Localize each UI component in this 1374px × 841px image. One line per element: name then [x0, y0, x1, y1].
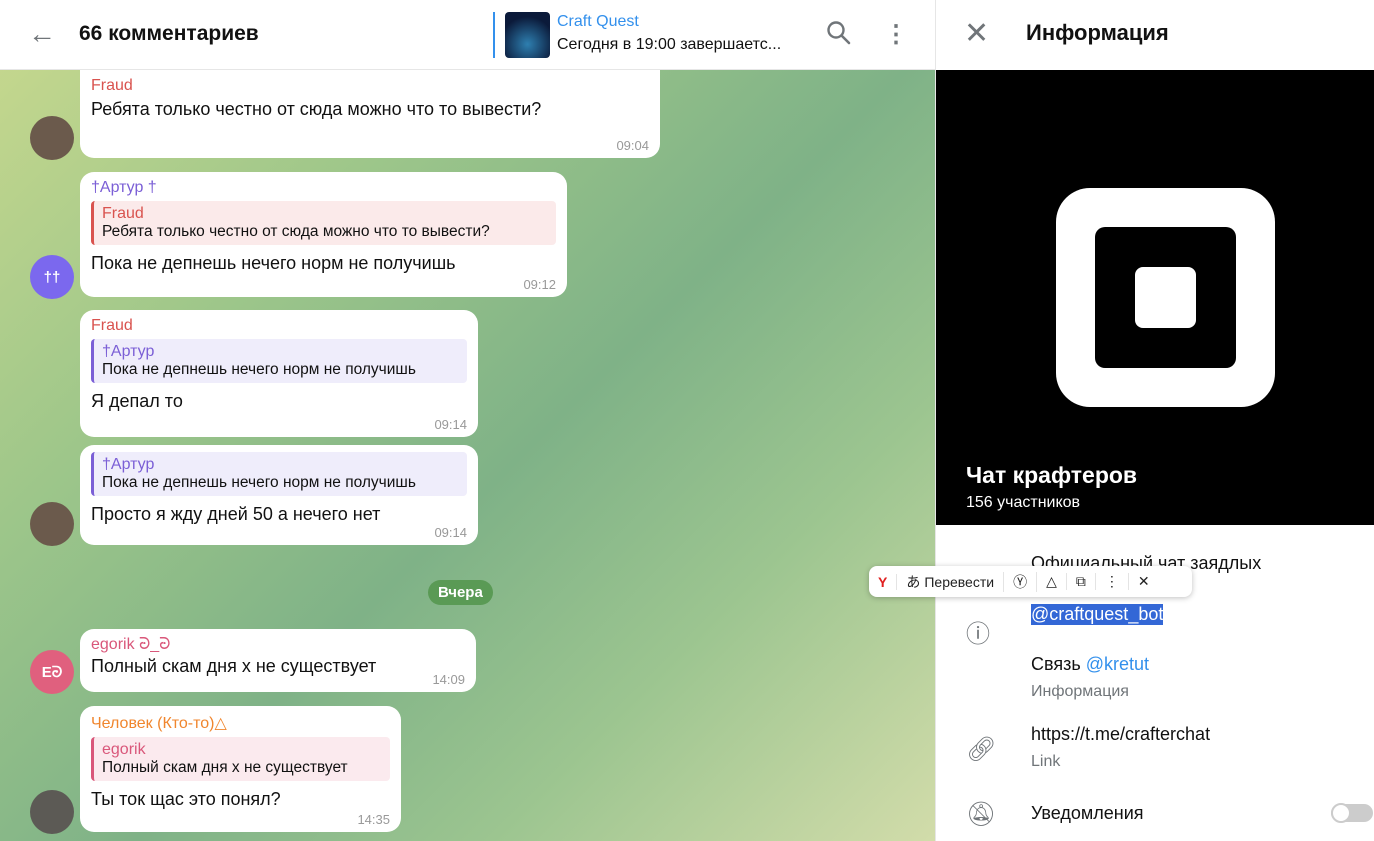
chat-link[interactable]: https://t.me/crafterchat — [1031, 724, 1210, 745]
chat-title: 66 комментариев — [79, 22, 259, 45]
pinned-thumbnail — [505, 12, 550, 58]
pinned-text: Сегодня в 19:00 завершаетс... — [557, 36, 782, 53]
message-time: 09:12 — [523, 277, 556, 292]
contact-label: Информация — [1031, 683, 1129, 700]
more-vertical-icon[interactable]: ⋮ — [1096, 573, 1129, 590]
message-time: 14:35 — [357, 812, 390, 827]
avatar[interactable] — [30, 116, 74, 160]
message-author: Человек (Кто-то)△ — [91, 715, 227, 732]
message-text: Я депал то — [91, 391, 183, 411]
chat-name: Чат крафтеров — [966, 462, 1138, 488]
info-icon: ⓘ — [966, 621, 990, 648]
message-text: Полный скам дня х не существует — [91, 656, 377, 676]
reply-quote[interactable]: Fraud Ребята только честно от сюда можно… — [91, 201, 556, 245]
reply-author: Fraud — [102, 205, 144, 222]
reply-author: egorik — [102, 741, 146, 758]
avatar[interactable]: Eᘒ — [30, 650, 74, 694]
message-text: Пока не депнешь нечего норм не получишь — [91, 253, 456, 273]
translate-label: Перевести — [924, 573, 995, 590]
member-count: 156 участников — [966, 494, 1081, 511]
close-icon[interactable]: ✕ — [964, 16, 989, 51]
message-author: Fraud — [91, 317, 133, 334]
message-time: 09:14 — [434, 525, 467, 540]
link-icon: 🔗︎ — [966, 736, 997, 763]
message[interactable]: Fraud Ребята только честно от сюда можно… — [80, 70, 660, 158]
message-author: egorik ᘒ_ᘒ — [91, 636, 171, 653]
message-text: Просто я жду дней 50 а нечего нет — [91, 504, 381, 524]
yandex-search-icon[interactable]: Ⓨ — [1004, 571, 1038, 592]
notifications-label: Уведомления — [1031, 803, 1144, 823]
translate-toolbar: Y あ Перевести Ⓨ △ ⧉ ⋮ ✕ — [869, 566, 1192, 597]
copy-icon[interactable]: ⧉ — [1067, 573, 1096, 590]
message[interactable]: Fraud †Артур Пока не депнешь нечего норм… — [80, 310, 478, 437]
link-label: Link — [1031, 753, 1061, 770]
reply-author: †Артур — [102, 456, 155, 473]
reply-quote[interactable]: egorik Полный скам дня х не существует — [91, 737, 390, 781]
panel-title: Информация — [1026, 20, 1169, 45]
avatar[interactable]: †† — [30, 255, 74, 299]
reply-author: †Артур — [102, 343, 155, 360]
message-text: Ребята только честно от сюда можно что т… — [91, 99, 542, 119]
pinned-title: Craft Quest — [557, 13, 639, 30]
search-icon[interactable] — [826, 20, 852, 53]
yandex-browser-icon[interactable]: Y — [869, 573, 898, 590]
message[interactable]: †Артур Пока не депнешь нечего норм не по… — [80, 445, 478, 545]
contact-prefix: Связь — [1031, 654, 1086, 674]
reply-quote[interactable]: †Артур Пока не депнешь нечего норм не по… — [91, 452, 467, 496]
reply-text: Пока не депнешь нечего норм не получишь — [102, 474, 416, 491]
avatar[interactable] — [30, 790, 74, 834]
message[interactable]: †Артур † Fraud Ребята только честно от с… — [80, 172, 567, 297]
close-icon[interactable]: ✕ — [1129, 573, 1159, 590]
date-separator: Вчера — [428, 580, 493, 605]
description-handle[interactable]: @craftquest_bot — [1031, 604, 1164, 625]
chat-logo — [1056, 188, 1275, 407]
chat-header: ← 66 комментариев Craft Quest Сегодня в … — [0, 0, 935, 70]
message-author: Fraud — [91, 77, 133, 94]
bell-off-icon: 🔕︎ — [966, 801, 997, 828]
alice-icon[interactable]: △ — [1037, 573, 1067, 590]
message-time: 09:04 — [616, 138, 649, 153]
message[interactable]: egorik ᘒ_ᘒ Полный скам дня х не существу… — [80, 629, 476, 692]
pinned-message[interactable]: Craft Quest Сегодня в 19:00 завершаетс..… — [493, 12, 813, 58]
info-panel: ✕ Информация Чат крафтеров 156 участнико… — [935, 0, 1374, 841]
translate-button[interactable]: あ Перевести — [897, 571, 1005, 592]
reply-quote[interactable]: †Артур Пока не депнешь нечего норм не по… — [91, 339, 467, 383]
reply-text: Пока не депнешь нечего норм не получишь — [102, 361, 416, 378]
message-time: 14:09 — [432, 672, 465, 687]
translate-icon: あ — [906, 573, 921, 590]
avatar[interactable] — [30, 502, 74, 546]
back-arrow-icon[interactable]: ← — [28, 20, 56, 48]
chat-area: Fraud Ребята только честно от сюда можно… — [0, 0, 935, 841]
reply-text: Полный скам дня х не существует — [102, 759, 348, 776]
message-text: Ты ток щас это понял? — [91, 789, 281, 809]
reply-text: Ребята только честно от сюда можно что т… — [102, 223, 490, 240]
contact-link[interactable]: @kretut — [1086, 654, 1149, 674]
chat-cover: Чат крафтеров 156 участников — [936, 70, 1374, 525]
message-time: 09:14 — [434, 417, 467, 432]
message-author: †Артур † — [91, 179, 157, 196]
message[interactable]: Человек (Кто-то)△ egorik Полный скам дня… — [80, 706, 401, 832]
notifications-toggle[interactable] — [1331, 803, 1373, 823]
more-vertical-icon[interactable]: ⋮ — [884, 20, 908, 49]
